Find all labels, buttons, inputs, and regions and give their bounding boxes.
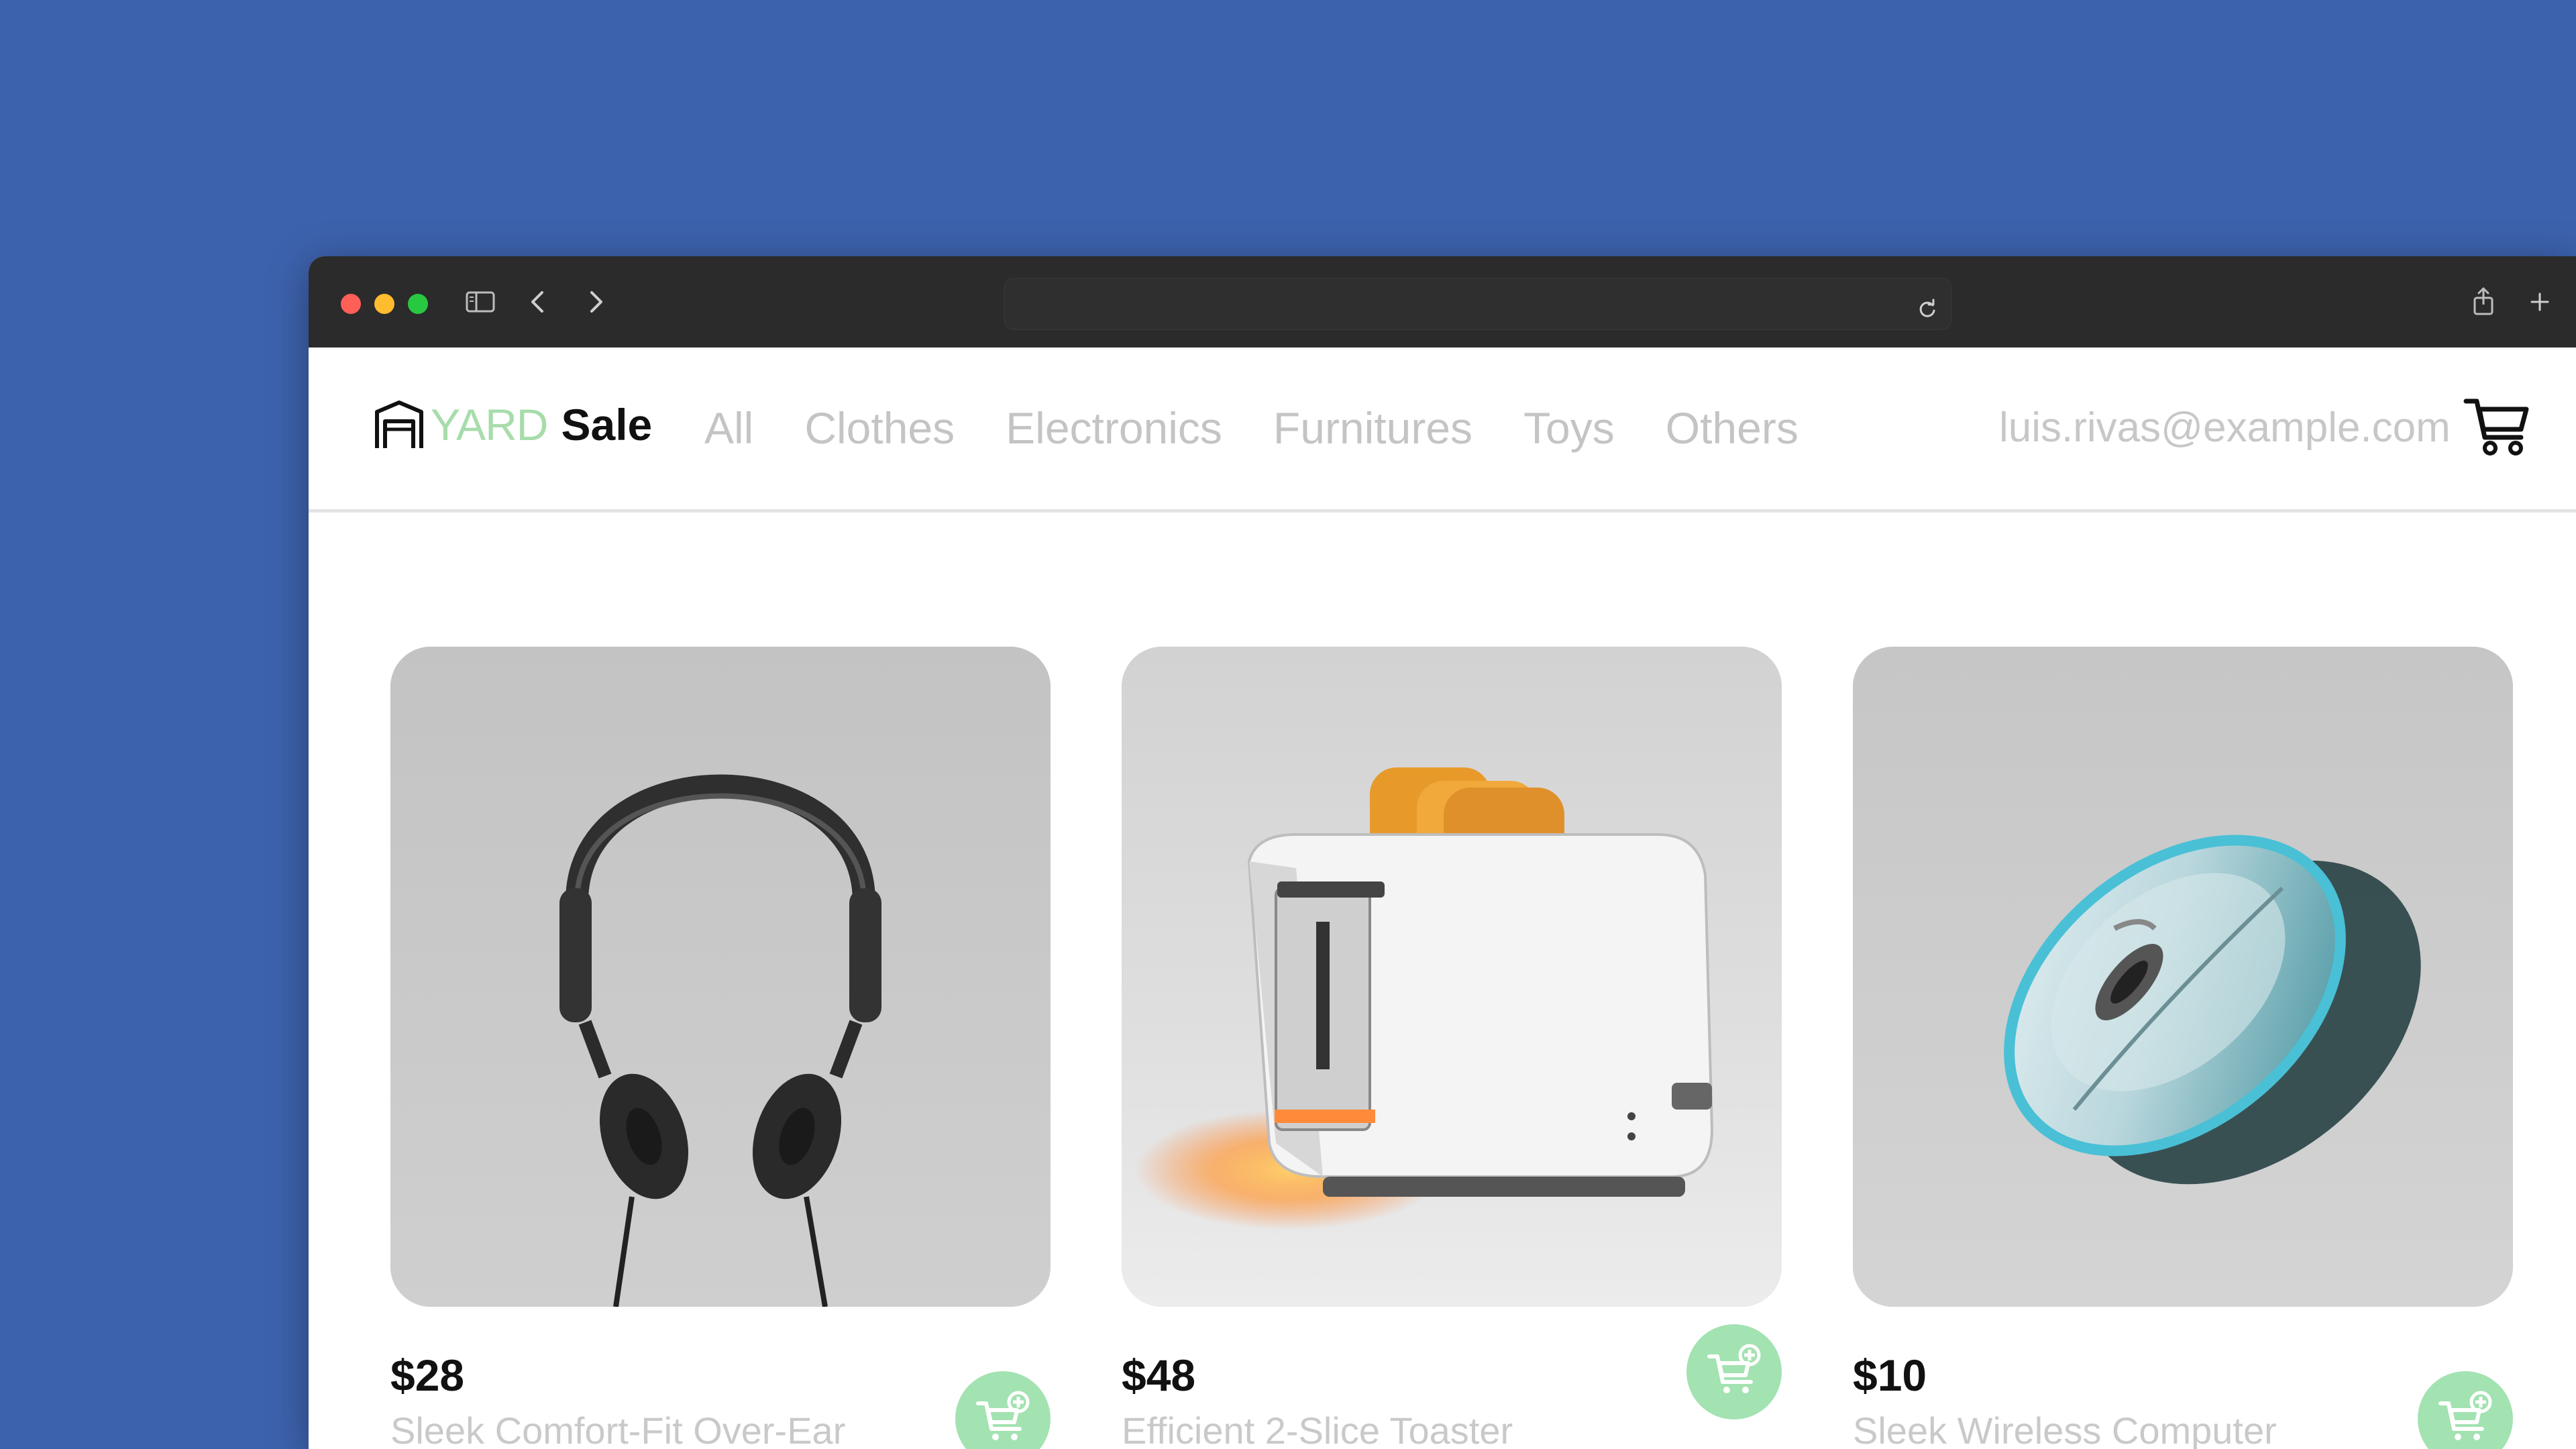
add-to-cart-button[interactable] <box>955 1371 1051 1449</box>
maximize-window-button[interactable] <box>408 294 428 314</box>
product-image-headphones[interactable] <box>390 647 1051 1307</box>
new-tab-icon[interactable] <box>2521 283 2559 321</box>
address-bar[interactable] <box>1004 278 1952 330</box>
logo-sale-text: Sale <box>561 400 653 449</box>
forward-icon[interactable] <box>577 283 614 321</box>
browser-window: YARD Sale All Clothes Electronics Furnit… <box>309 256 2576 1449</box>
logo-yard-text: YARD <box>431 400 548 449</box>
product-image-toaster[interactable] <box>1122 647 1782 1307</box>
product-card[interactable]: $28 Sleek Comfort-Fit Over-Ear <box>390 647 1051 1449</box>
garage-icon <box>372 397 427 452</box>
share-icon[interactable] <box>2465 283 2502 321</box>
nav-others[interactable]: Others <box>1666 402 1799 453</box>
site-logo[interactable]: YARD Sale <box>372 394 652 455</box>
product-card[interactable]: $48 Efficient 2-Slice Toaster <box>1122 647 1782 1449</box>
web-page: YARD Sale All Clothes Electronics Furnit… <box>309 347 2576 1449</box>
shopping-cart-icon[interactable] <box>2461 389 2534 463</box>
nav-all[interactable]: All <box>704 402 753 453</box>
nav-clothes[interactable]: Clothes <box>804 402 955 453</box>
product-name[interactable]: Sleek Comfort-Fit Over-Ear <box>390 1409 845 1449</box>
user-email[interactable]: luis.rivas@example.com <box>1999 404 2451 451</box>
product-price: $28 <box>390 1350 465 1400</box>
add-to-cart-button[interactable] <box>2418 1371 2513 1449</box>
product-image-wireless-mouse[interactable] <box>1853 647 2513 1307</box>
browser-titlebar <box>309 256 2576 347</box>
add-to-cart-icon <box>1707 1344 1761 1393</box>
category-nav: All Clothes Electronics Furnitures Toys … <box>704 401 1799 455</box>
sidebar-toggle-icon[interactable] <box>462 283 499 321</box>
site-navbar: YARD Sale All Clothes Electronics Furnit… <box>309 347 2576 513</box>
back-icon[interactable] <box>519 283 557 321</box>
product-price: $48 <box>1122 1350 1196 1400</box>
product-price: $10 <box>1853 1350 1927 1400</box>
nav-toys[interactable]: Toys <box>1523 402 1615 453</box>
nav-electronics[interactable]: Electronics <box>1006 402 1222 453</box>
reload-icon[interactable] <box>1915 291 1940 317</box>
product-name[interactable]: Efficient 2-Slice Toaster <box>1122 1409 1513 1449</box>
nav-furnitures[interactable]: Furnitures <box>1273 402 1472 453</box>
minimize-window-button[interactable] <box>374 294 394 314</box>
close-window-button[interactable] <box>341 294 361 314</box>
add-to-cart-button[interactable] <box>1686 1324 1782 1419</box>
product-card[interactable]: $10 Sleek Wireless Computer <box>1853 647 2513 1449</box>
add-to-cart-icon <box>2438 1391 2492 1440</box>
add-to-cart-icon <box>976 1391 1030 1440</box>
product-name[interactable]: Sleek Wireless Computer <box>1853 1409 2277 1449</box>
